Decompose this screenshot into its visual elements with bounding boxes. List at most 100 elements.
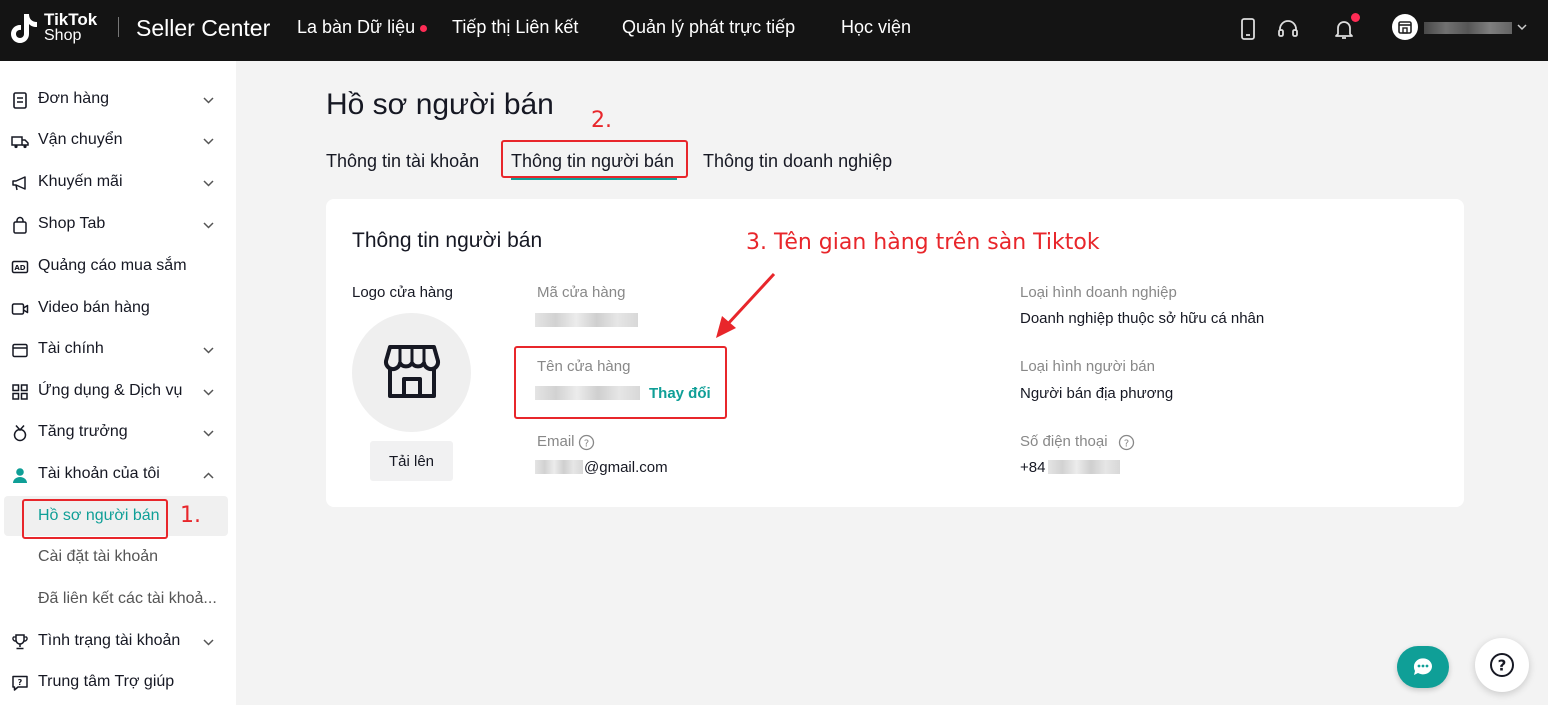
sidebar-item-label: Shop Tab <box>38 215 106 232</box>
sidebar-subitem-linked-accounts[interactable]: Đã liên kết các tài khoả... <box>0 579 236 619</box>
sidebar-item-growth[interactable]: Tăng trưởng <box>0 412 236 452</box>
sidebar-subitem-label: Đã liên kết các tài khoả... <box>38 590 217 607</box>
chevron-down-icon <box>203 430 214 437</box>
sidebar-item-account-health[interactable]: Tình trạng tài khoản <box>0 621 236 661</box>
clipboard-icon <box>13 92 27 109</box>
chevron-down-icon <box>203 639 214 646</box>
logo-label: Logo cửa hàng <box>352 284 453 301</box>
svg-text:?: ? <box>584 438 589 449</box>
sidebar-item-help-center[interactable]: ? Trung tâm Trợ giúp <box>0 662 236 702</box>
user-icon <box>13 468 27 483</box>
chat-button[interactable] <box>1397 646 1449 688</box>
sidebar-item-label: Khuyến mãi <box>38 173 123 190</box>
apps-icon <box>12 384 28 400</box>
sidebar-item-promotions[interactable]: Khuyến mãi <box>0 162 236 202</box>
nav-data-compass[interactable]: La bàn Dữ liệu <box>297 17 415 38</box>
email-label: Email <box>537 433 575 450</box>
chevron-down-icon <box>203 347 214 354</box>
sidebar-subitem-label: Cài đặt tài khoản <box>38 548 159 565</box>
user-name-redacted <box>1424 22 1512 34</box>
nav-academy[interactable]: Học viện <box>841 17 911 38</box>
sidebar-item-label: Tăng trưởng <box>38 423 128 440</box>
sidebar-item-sales-video[interactable]: Video bán hàng <box>0 288 236 328</box>
sidebar-item-orders[interactable]: Đơn hàng <box>0 79 236 119</box>
chevron-down-icon <box>203 180 214 187</box>
sidebar-item-shopping-ads[interactable]: AD Quảng cáo mua sắm <box>0 246 236 286</box>
sidebar-item-label: Video bán hàng <box>38 299 150 316</box>
sidebar-item-label: Tài chính <box>38 340 104 357</box>
business-type-label: Loại hình doanh nghiệp <box>1020 284 1177 301</box>
seller-type-label: Loại hình người bán <box>1020 358 1155 375</box>
chevron-down-icon <box>203 138 214 145</box>
mobile-phone-icon[interactable] <box>1236 17 1260 41</box>
medal-icon <box>13 425 27 442</box>
tab-account-info[interactable]: Thông tin tài khoản <box>326 151 479 172</box>
seller-type-value: Người bán địa phương <box>1020 385 1174 402</box>
truck-icon <box>11 136 29 149</box>
tiktok-note-icon <box>11 14 37 43</box>
sidebar-item-label: Đơn hàng <box>38 90 109 107</box>
email-user-redacted <box>535 460 583 474</box>
active-tab-indicator <box>511 178 677 180</box>
store-avatar-icon <box>1398 21 1412 34</box>
tiktok-shop-logo[interactable]: TikTok Shop <box>10 10 110 50</box>
annotation-box-step1 <box>22 499 168 539</box>
upload-logo-button[interactable]: Tải lên <box>370 441 453 481</box>
page-title: Hồ sơ người bán <box>326 88 554 121</box>
megaphone-icon <box>12 176 26 191</box>
nav-affiliate-marketing[interactable]: Tiếp thị Liên kết <box>452 17 578 38</box>
sidebar-subitem-account-settings[interactable]: Cài đặt tài khoản <box>0 537 236 577</box>
annotation-arrow-icon <box>716 272 776 338</box>
annotation-box-step3 <box>514 346 727 419</box>
business-type-value: Doanh nghiệp thuộc sở hữu cá nhân <box>1020 310 1265 327</box>
avatar[interactable] <box>1392 14 1418 40</box>
video-icon <box>11 303 29 315</box>
shopping-bag-icon <box>13 216 27 234</box>
sidebar-item-my-account[interactable]: Tài khoản của tôi <box>0 454 236 494</box>
phone-label: Số điện thoại <box>1020 433 1108 450</box>
email-domain: @gmail.com <box>584 459 668 476</box>
card-title: Thông tin người bán <box>352 229 543 252</box>
sidebar-item-label: Ứng dụng & Dịch vụ <box>38 382 183 399</box>
store-icon <box>383 345 441 398</box>
sidebar-item-shop-tab[interactable]: Shop Tab <box>0 204 236 244</box>
help-circle-icon[interactable]: ? <box>1118 434 1135 451</box>
sidebar-item-apps-services[interactable]: Ứng dụng & Dịch vụ <box>0 371 236 411</box>
annotation-box-step2 <box>501 140 688 178</box>
sidebar: Đơn hàng Vận chuyển Khuyến mãi Shop Tab <box>0 61 236 705</box>
trophy-icon <box>12 634 28 650</box>
svg-text:?: ? <box>18 678 23 687</box>
annotation-step3: 3. Tên gian hàng trên sàn Tiktok <box>746 230 1100 255</box>
help-circle-icon[interactable]: ? <box>578 434 595 451</box>
help-button[interactable]: ? <box>1475 638 1529 692</box>
bell-badge <box>1351 13 1360 22</box>
chevron-down-icon <box>203 97 214 104</box>
svg-text:?: ? <box>1124 438 1129 449</box>
chevron-up-icon <box>203 472 214 479</box>
sidebar-item-label: Trung tâm Trợ giúp <box>38 673 175 690</box>
phone-number-redacted <box>1048 460 1120 474</box>
sidebar-item-label: Quảng cáo mua sắm <box>38 257 187 274</box>
sidebar-item-label: Tình trạng tài khoản <box>38 632 181 649</box>
ad-icon: AD <box>11 260 29 274</box>
sidebar-item-finance[interactable]: Tài chính <box>0 329 236 369</box>
tab-business-info[interactable]: Thông tin doanh nghiệp <box>703 151 892 172</box>
top-bar: TikTok Shop Seller Center La bàn Dữ liệu… <box>0 0 1548 61</box>
headset-icon[interactable] <box>1276 17 1300 41</box>
chevron-down-icon <box>203 222 214 229</box>
chevron-down-icon[interactable] <box>1515 20 1529 34</box>
sidebar-item-shipping[interactable]: Vận chuyển <box>0 120 236 160</box>
annotation-step2: 2. <box>591 108 612 133</box>
shop-code-label: Mã cửa hàng <box>537 284 626 301</box>
chat-bubble-icon <box>1413 658 1432 675</box>
svg-text:?: ? <box>1498 657 1507 675</box>
nav-notification-dot <box>420 25 427 32</box>
question-circle-icon: ? <box>1490 653 1514 677</box>
sidebar-item-label: Vận chuyển <box>38 131 123 148</box>
topbar-divider <box>118 17 119 37</box>
nav-live-management[interactable]: Quản lý phát trực tiếp <box>622 17 795 38</box>
svg-text:AD: AD <box>14 264 25 272</box>
annotation-step1: 1. <box>180 503 201 528</box>
wallet-icon <box>12 343 28 358</box>
store-logo-placeholder <box>352 313 471 432</box>
